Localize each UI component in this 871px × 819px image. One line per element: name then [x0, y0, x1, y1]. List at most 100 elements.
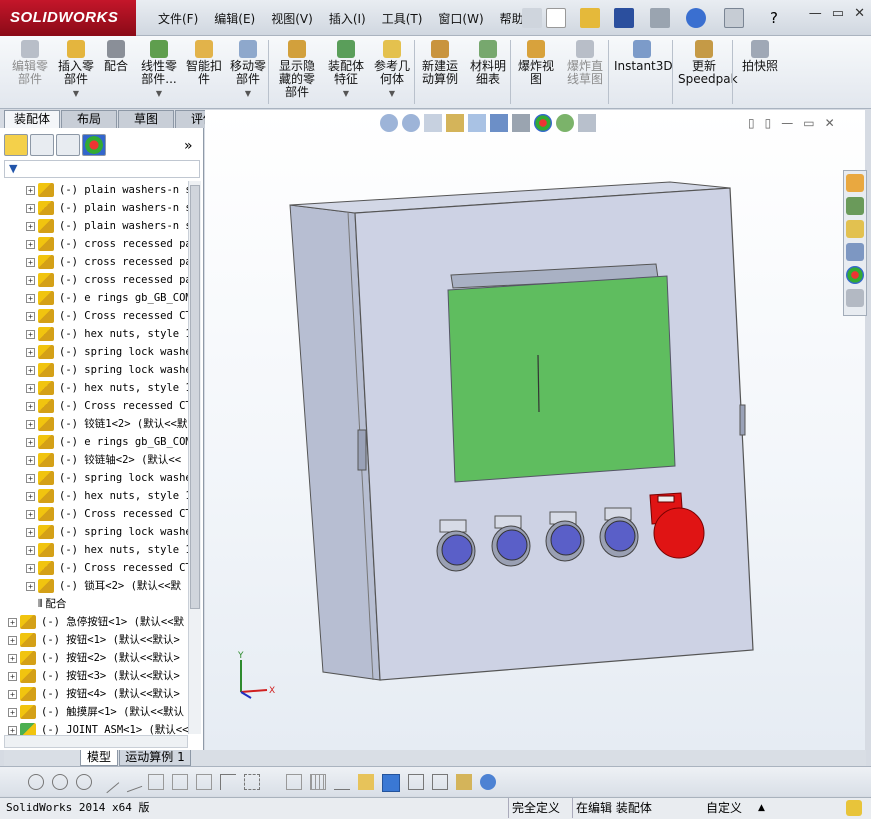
expand-icon[interactable]: +	[8, 617, 17, 627]
display-style-icon[interactable]	[490, 114, 508, 132]
tree-item[interactable]: + (-) 按钮<1> (默认<<默认>	[8, 631, 188, 649]
tree-item[interactable]: + (-) spring lock washe	[26, 523, 188, 541]
viewport-minimize-icon[interactable]: —	[781, 116, 793, 130]
expand-icon[interactable]: +	[26, 437, 35, 447]
tree-item[interactable]: + (-) hex nuts, style 1	[26, 325, 188, 343]
viewport-restore-icon[interactable]: ▭	[803, 116, 814, 130]
expand-icon[interactable]: +	[8, 671, 17, 681]
ribbon-button-12[interactable]: 爆炸直线草图	[562, 40, 608, 86]
dropdown-arrow-icon[interactable]: ▼	[228, 87, 268, 100]
tree-item[interactable]: + (-) Cross recessed CT	[26, 505, 188, 523]
expand-icon[interactable]: +	[26, 563, 35, 573]
dropdown-arrow-icon[interactable]: ▼	[326, 87, 366, 100]
ribbon-button-11[interactable]: 爆炸视图	[516, 40, 556, 86]
expand-icon[interactable]: +	[26, 365, 35, 375]
tree-item[interactable]: + (-) e rings gb_GB_COM	[26, 289, 188, 307]
tree-item[interactable]: + (-) cross recessed pa	[26, 253, 188, 271]
help-icon[interactable]: ?	[764, 8, 784, 28]
tree-item[interactable]: + (-) Cross recessed CT	[26, 307, 188, 325]
dropdown-arrow-icon[interactable]: ▼	[372, 87, 412, 100]
design-library-icon[interactable]	[846, 197, 864, 215]
expand-icon[interactable]: +	[8, 707, 17, 717]
tree-item[interactable]: + (-) JOINT ASM<1> (默认<<默	[8, 721, 188, 735]
point-tool-icon[interactable]	[52, 774, 68, 790]
tree-item[interactable]: + (-) 触摸屏<1> (默认<<默认	[8, 703, 188, 721]
new-document-icon[interactable]	[546, 8, 566, 28]
command-tab-0[interactable]: 装配体	[4, 110, 60, 128]
custom-properties-icon[interactable]	[846, 289, 864, 307]
hidden-lines-icon[interactable]	[432, 774, 448, 790]
centerline-tool-icon[interactable]	[121, 771, 143, 793]
dropdown-arrow-icon[interactable]: ▼	[56, 87, 96, 100]
section-icon[interactable]	[456, 774, 472, 790]
ribbon-button-4[interactable]: 智能扣件	[186, 40, 222, 86]
ribbon-button-14[interactable]: 更新Speedpak	[678, 40, 738, 86]
scrollbar-thumb[interactable]	[190, 185, 200, 609]
extend-tool-icon[interactable]	[172, 774, 188, 790]
tree-item[interactable]: + (-) hex nuts, style 1	[26, 487, 188, 505]
expand-icon[interactable]: +	[26, 293, 35, 303]
rebuild-icon[interactable]	[480, 774, 496, 790]
expand-icon[interactable]: +	[8, 653, 17, 663]
property-manager-tab-icon[interactable]	[30, 134, 54, 156]
save-icon[interactable]	[614, 8, 634, 28]
menu-item-2[interactable]: 视图(V)	[263, 10, 321, 28]
ribbon-button-1[interactable]: 插入零部件 ▼	[56, 40, 96, 100]
undo-icon[interactable]	[686, 8, 706, 28]
tree-item[interactable]: + (-) spring lock washe	[26, 343, 188, 361]
appearances-icon[interactable]	[846, 266, 864, 284]
expand-icon[interactable]: +	[8, 725, 17, 735]
expand-icon[interactable]: +	[26, 311, 35, 321]
ribbon-button-9[interactable]: 新建运动算例	[418, 40, 462, 86]
tree-item[interactable]: + (-) plain washers-n s	[26, 199, 188, 217]
tree-item[interactable]: + (-) plain washers-n s	[26, 217, 188, 235]
ribbon-button-15[interactable]: 拍快照	[740, 40, 780, 73]
menu-item-3[interactable]: 插入(I)	[321, 10, 374, 28]
ribbon-button-13[interactable]: Instant3D	[614, 40, 673, 73]
zoom-to-fit-icon[interactable]	[380, 114, 398, 132]
tree-item[interactable]: + (-) 按钮<2> (默认<<默认>	[8, 649, 188, 667]
tree-item[interactable]: + (-) hex nuts, style 1	[26, 379, 188, 397]
expand-icon[interactable]: +	[26, 185, 35, 195]
feature-tree-tab-icon[interactable]	[4, 134, 28, 156]
status-units[interactable]: 自定义	[706, 798, 742, 818]
expand-icon[interactable]: +	[26, 509, 35, 519]
expand-icon[interactable]: +	[26, 401, 35, 411]
expand-icon[interactable]: +	[26, 473, 35, 483]
ribbon-button-10[interactable]: 材料明细表	[468, 40, 508, 86]
expand-icon[interactable]: +	[26, 545, 35, 555]
zoom-to-area-icon[interactable]	[402, 114, 420, 132]
tree-item[interactable]: + (-) 铰链1<2> (默认<<默	[26, 415, 188, 433]
tree-item[interactable]: + (-) e rings gb_GB_COM	[26, 433, 188, 451]
menu-item-1[interactable]: 编辑(E)	[206, 10, 263, 28]
apply-scene-icon[interactable]	[556, 114, 574, 132]
tree-horizontal-scrollbar[interactable]	[4, 735, 188, 748]
expand-icon[interactable]: +	[26, 239, 35, 249]
expand-icon[interactable]: +	[26, 257, 35, 267]
ribbon-button-5[interactable]: 移动零部件 ▼	[228, 40, 268, 100]
expand-icon[interactable]: +	[26, 347, 35, 357]
relations-tool-icon[interactable]	[358, 774, 374, 790]
menu-item-0[interactable]: 文件(F)	[150, 10, 206, 28]
solidworks-resources-icon[interactable]	[846, 174, 864, 192]
expand-icon[interactable]: +	[26, 203, 35, 213]
grid-icon[interactable]	[310, 774, 326, 790]
dropdown-arrow-icon[interactable]: ▼	[136, 87, 182, 100]
print-icon[interactable]	[650, 8, 670, 28]
polygon-tool-icon[interactable]	[76, 774, 92, 790]
display-manager-tab-icon[interactable]	[82, 134, 106, 156]
tree-item[interactable]: + (-) Cross recessed CT	[26, 559, 188, 577]
tree-item[interactable]: + (-) 急停按钮<1> (默认<<默	[8, 613, 188, 631]
ribbon-button-7[interactable]: 装配体特征 ▼	[326, 40, 366, 100]
minimize-icon[interactable]: —	[809, 6, 822, 21]
menu-item-4[interactable]: 工具(T)	[374, 10, 431, 28]
open-folder-icon[interactable]	[580, 8, 600, 28]
corner-tool-icon[interactable]	[220, 774, 236, 790]
maximize-icon[interactable]: ▭	[832, 6, 844, 21]
tree-item[interactable]: + (-) 铰链轴<2> (默认<<	[26, 451, 188, 469]
tree-item[interactable]: ⫴ 配合	[38, 595, 188, 613]
tree-item[interactable]: + (-) plain washers-n s	[26, 181, 188, 199]
view-settings-icon[interactable]	[578, 114, 596, 132]
hide-show-items-icon[interactable]	[512, 114, 530, 132]
edit-appearance-icon[interactable]	[534, 114, 552, 132]
